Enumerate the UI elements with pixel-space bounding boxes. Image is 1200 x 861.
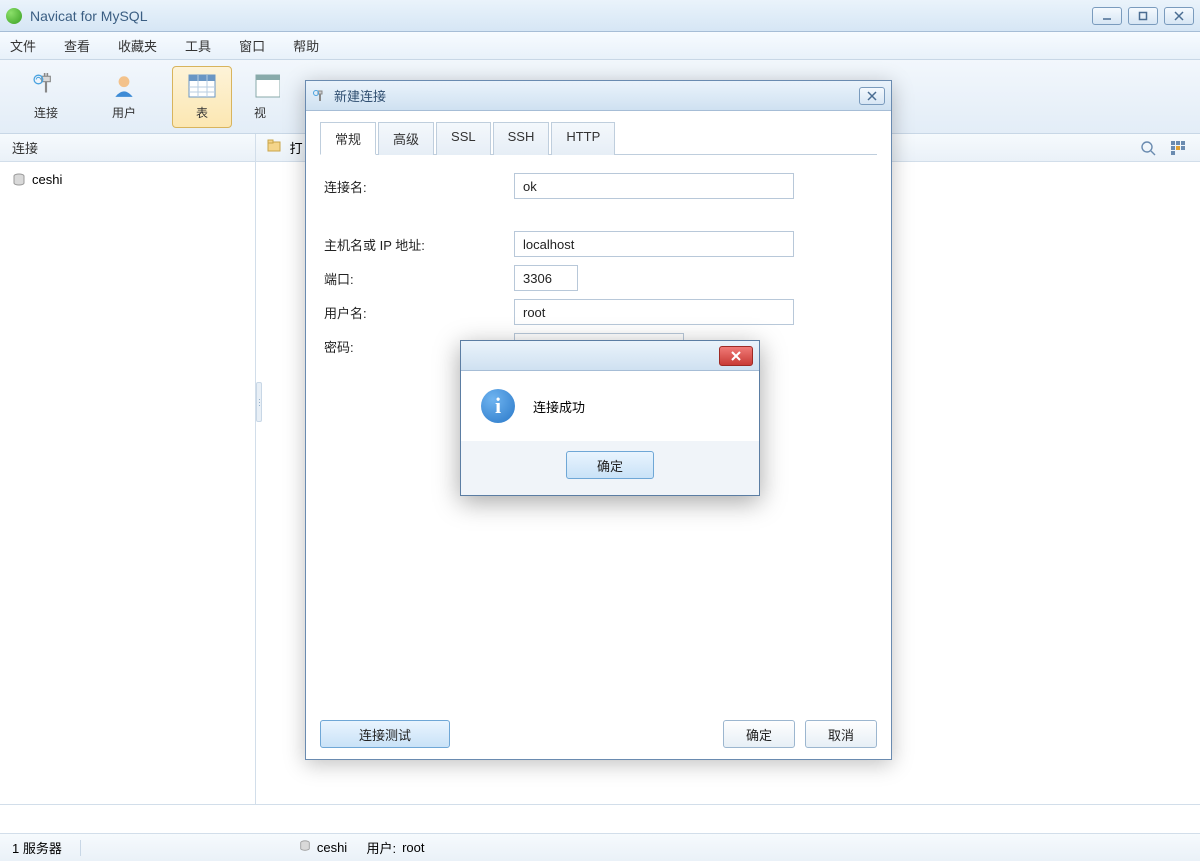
- message-box-title-bar: [461, 341, 759, 371]
- dialog-ok-button[interactable]: 确定: [723, 720, 795, 748]
- open-icon: [266, 138, 282, 154]
- view-icon: [254, 72, 280, 100]
- status-user-label: 用户:: [366, 838, 396, 857]
- plug-icon: [32, 72, 60, 100]
- tab-ssl[interactable]: SSL: [436, 122, 491, 155]
- message-box-text: 连接成功: [533, 397, 585, 416]
- search-icon[interactable]: [1140, 140, 1156, 156]
- toolbar-table-label: 表: [196, 104, 208, 121]
- toolbar-connect-label: 连接: [34, 104, 58, 121]
- toolbar-user-label: 用户: [112, 104, 136, 121]
- message-box: i 连接成功 确定: [460, 340, 760, 496]
- status-user: root: [402, 840, 424, 855]
- dialog-cancel-button[interactable]: 取消: [805, 720, 877, 748]
- menu-favorites[interactable]: 收藏夹: [118, 36, 157, 55]
- table-icon: [188, 72, 216, 100]
- plug-small-icon: [312, 88, 328, 104]
- tree-item-ceshi[interactable]: ceshi: [0, 168, 255, 191]
- close-button[interactable]: [1164, 7, 1194, 25]
- message-box-footer: 确定: [461, 441, 759, 495]
- port-input[interactable]: [514, 265, 578, 291]
- whitespace-strip: [0, 805, 1200, 833]
- user-input[interactable]: [514, 299, 794, 325]
- database-icon: [12, 173, 26, 187]
- host-label: 主机名或 IP 地址:: [324, 235, 514, 254]
- window-controls: [1092, 7, 1194, 25]
- open-action[interactable]: 打: [266, 138, 303, 157]
- tab-http[interactable]: HTTP: [551, 122, 615, 155]
- app-title: Navicat for MySQL: [30, 8, 147, 24]
- message-box-ok-button[interactable]: 确定: [566, 451, 654, 479]
- splitter-handle[interactable]: [256, 382, 262, 422]
- toolbar-view[interactable]: 视: [250, 66, 280, 128]
- dialog-footer: 连接测试 确定 取消: [306, 709, 891, 759]
- tree-item-label: ceshi: [32, 172, 62, 187]
- tab-general[interactable]: 常规: [320, 122, 376, 155]
- message-box-close-button[interactable]: [719, 346, 753, 366]
- dialog-title-bar: 新建连接: [306, 81, 891, 111]
- app-icon: [6, 8, 22, 24]
- toolbar-view-label: 视: [254, 104, 266, 121]
- message-box-body: i 连接成功: [461, 371, 759, 441]
- sub-bar-left: 连接: [0, 134, 256, 161]
- tab-advanced[interactable]: 高级: [378, 122, 434, 155]
- status-servers-text: 1 服务器: [12, 838, 62, 857]
- connections-label: 连接: [12, 138, 38, 157]
- menu-bar: 文件 查看 收藏夹 工具 窗口 帮助: [0, 32, 1200, 60]
- title-bar: Navicat for MySQL: [0, 0, 1200, 32]
- user-icon: [110, 72, 138, 100]
- menu-file[interactable]: 文件: [10, 36, 36, 55]
- status-separator: [80, 840, 81, 856]
- dialog-title: 新建连接: [334, 86, 386, 105]
- conn-name-label: 连接名:: [324, 177, 514, 196]
- database-icon: [299, 840, 311, 855]
- user-label: 用户名:: [324, 303, 514, 322]
- dialog-tabs: 常规 高级 SSL SSH HTTP: [320, 121, 877, 155]
- status-connection: ceshi 用户: root: [299, 838, 425, 857]
- status-servers: 1 服务器: [12, 838, 62, 857]
- grid-options-icon[interactable]: [1170, 140, 1186, 156]
- menu-tools[interactable]: 工具: [185, 36, 211, 55]
- test-connection-button[interactable]: 连接测试: [320, 720, 450, 748]
- host-input[interactable]: [514, 231, 794, 257]
- status-bar: 1 服务器 ceshi 用户: root: [0, 833, 1200, 861]
- minimize-button[interactable]: [1092, 7, 1122, 25]
- open-label: 打: [290, 141, 303, 156]
- toolbar-table[interactable]: 表: [172, 66, 232, 128]
- connection-tree: ceshi: [0, 162, 256, 804]
- menu-view[interactable]: 查看: [64, 36, 90, 55]
- tab-ssh[interactable]: SSH: [493, 122, 550, 155]
- conn-name-input[interactable]: [514, 173, 794, 199]
- port-label: 端口:: [324, 269, 514, 288]
- info-icon: i: [481, 389, 515, 423]
- maximize-button[interactable]: [1128, 7, 1158, 25]
- menu-window[interactable]: 窗口: [239, 36, 265, 55]
- menu-help[interactable]: 帮助: [293, 36, 319, 55]
- toolbar-connect[interactable]: 连接: [16, 66, 76, 128]
- dialog-close-button[interactable]: [859, 87, 885, 105]
- toolbar-user[interactable]: 用户: [94, 66, 154, 128]
- status-conn-name: ceshi: [317, 840, 347, 855]
